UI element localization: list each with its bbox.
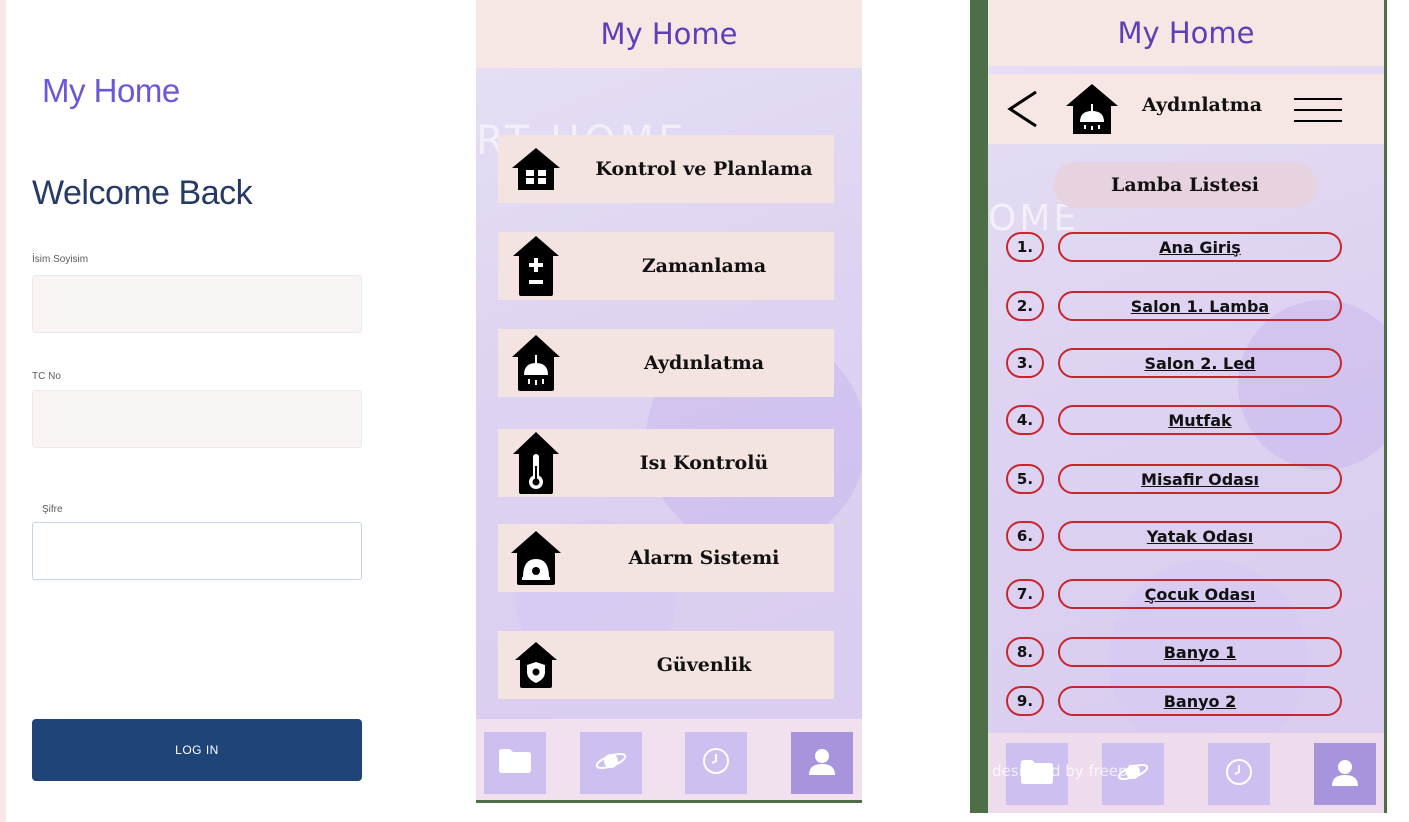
lamp-button[interactable]: Çocuk Odası <box>1058 579 1342 609</box>
user-icon <box>807 746 837 780</box>
folder-icon <box>498 748 532 778</box>
clock-icon <box>1224 757 1254 791</box>
back-arrow-icon[interactable] <box>1004 88 1040 134</box>
lamp-house-icon <box>498 333 574 393</box>
clock-icon <box>701 746 731 780</box>
timer-house-icon <box>498 234 574 298</box>
lamp-number: 9. <box>1006 686 1044 716</box>
freepik-watermark: designed by freepik <box>992 762 1141 780</box>
lamp-number: 7. <box>1006 579 1044 609</box>
menu-item-heat-control[interactable]: Isı Kontrolü <box>498 429 834 497</box>
alarm-house-icon <box>498 529 574 587</box>
menu-item-lighting[interactable]: Aydınlatma <box>498 329 834 397</box>
lighting-title: My Home <box>1117 16 1255 50</box>
menu-item-security[interactable]: Güvenlik <box>498 631 834 699</box>
tc-label: TC No <box>32 371 61 382</box>
lamp-button[interactable]: Yatak Odası <box>1058 521 1342 551</box>
menu-item-label: Aydınlatma <box>643 352 765 374</box>
lamp-house-icon <box>1064 82 1120 140</box>
menu-item-label: Isı Kontrolü <box>639 452 769 474</box>
lighting-title-bar: My Home <box>988 0 1384 66</box>
lamp-button[interactable]: Banyo 2 <box>1058 686 1342 716</box>
menu-item-control-planning[interactable]: Kontrol ve Planlama <box>498 135 834 203</box>
lamp-button[interactable]: Salon 1. Lamba <box>1058 291 1342 321</box>
profile-button[interactable] <box>1314 743 1376 805</box>
lamp-row: 2. Salon 1. Lamba <box>1006 291 1342 323</box>
clock-button[interactable] <box>1208 743 1270 805</box>
name-input[interactable] <box>33 276 361 332</box>
login-button[interactable]: LOG IN <box>32 719 362 781</box>
lamp-button[interactable]: Banyo 1 <box>1058 637 1342 667</box>
menu-title: My Home <box>600 17 738 51</box>
planet-button[interactable] <box>580 732 642 794</box>
lamp-row: 7. Çocuk Odası <box>1006 579 1342 611</box>
menu-item-label: Zamanlama <box>641 255 767 277</box>
bottom-nav <box>476 719 862 800</box>
menu-title-bar: My Home <box>476 0 862 68</box>
lamp-number: 4. <box>1006 405 1044 435</box>
tc-input[interactable] <box>33 391 361 447</box>
menu-item-label: Kontrol ve Planlama <box>595 158 813 180</box>
thermometer-house-icon <box>498 430 574 496</box>
lamp-row: 5. Misafir Odası <box>1006 464 1342 496</box>
password-label: Şifre <box>42 504 63 515</box>
lamp-list-title: Lamba Listesi <box>1054 162 1316 208</box>
shield-house-icon <box>498 640 574 690</box>
lamp-button[interactable]: Mutfak <box>1058 405 1342 435</box>
lamp-number: 5. <box>1006 464 1044 494</box>
lamp-row: 4. Mutfak <box>1006 405 1342 437</box>
welcome-heading: Welcome Back <box>32 174 253 212</box>
menu-item-label: Güvenlik <box>656 654 752 676</box>
login-screen: My Home Welcome Back İsim Soyisim TC No … <box>0 0 400 822</box>
menu-item-label: Alarm Sistemi <box>628 547 780 569</box>
lamp-number: 1. <box>1006 232 1044 262</box>
hamburger-menu-icon[interactable] <box>1294 96 1342 128</box>
login-brand: My Home <box>42 72 180 109</box>
tc-field[interactable] <box>32 390 362 448</box>
menu-item-scheduling[interactable]: Zamanlama <box>498 232 834 300</box>
password-field[interactable] <box>32 522 362 580</box>
password-input[interactable] <box>33 523 361 579</box>
lamp-row: 3. Salon 2. Led <box>1006 348 1342 380</box>
lamp-button[interactable]: Misafir Odası <box>1058 464 1342 494</box>
lamp-number: 8. <box>1006 637 1044 667</box>
menu-item-alarm-system[interactable]: Alarm Sistemi <box>498 524 834 592</box>
lamp-row: 8. Banyo 1 <box>1006 637 1342 669</box>
lamp-number: 6. <box>1006 521 1044 551</box>
name-label: İsim Soyisim <box>32 254 89 265</box>
lamp-row: 9. Banyo 2 <box>1006 686 1342 718</box>
lamp-number: 2. <box>1006 291 1044 321</box>
folder-button[interactable] <box>484 732 546 794</box>
lighting-subtitle: Aydınlatma <box>1142 94 1263 116</box>
clock-button[interactable] <box>685 732 747 794</box>
profile-button[interactable] <box>791 732 853 794</box>
lamp-row: 1. Ana Giriş <box>1006 232 1342 264</box>
menu-screen: RT HOME My Home Kontrol ve Planlama Zama… <box>476 0 862 803</box>
lamp-row: 6. Yatak Odası <box>1006 521 1342 553</box>
grid-house-icon <box>498 146 574 192</box>
lamp-number: 3. <box>1006 348 1044 378</box>
lamp-button[interactable]: Ana Giriş <box>1058 232 1342 262</box>
user-icon <box>1330 757 1360 791</box>
planet-icon <box>594 748 628 778</box>
lamp-button[interactable]: Salon 2. Led <box>1058 348 1342 378</box>
lighting-header: Aydınlatma <box>988 74 1384 144</box>
lighting-screen: OME My Home Aydınlatma Lamba Listesi 1. … <box>970 0 1387 813</box>
name-field[interactable] <box>32 275 362 333</box>
